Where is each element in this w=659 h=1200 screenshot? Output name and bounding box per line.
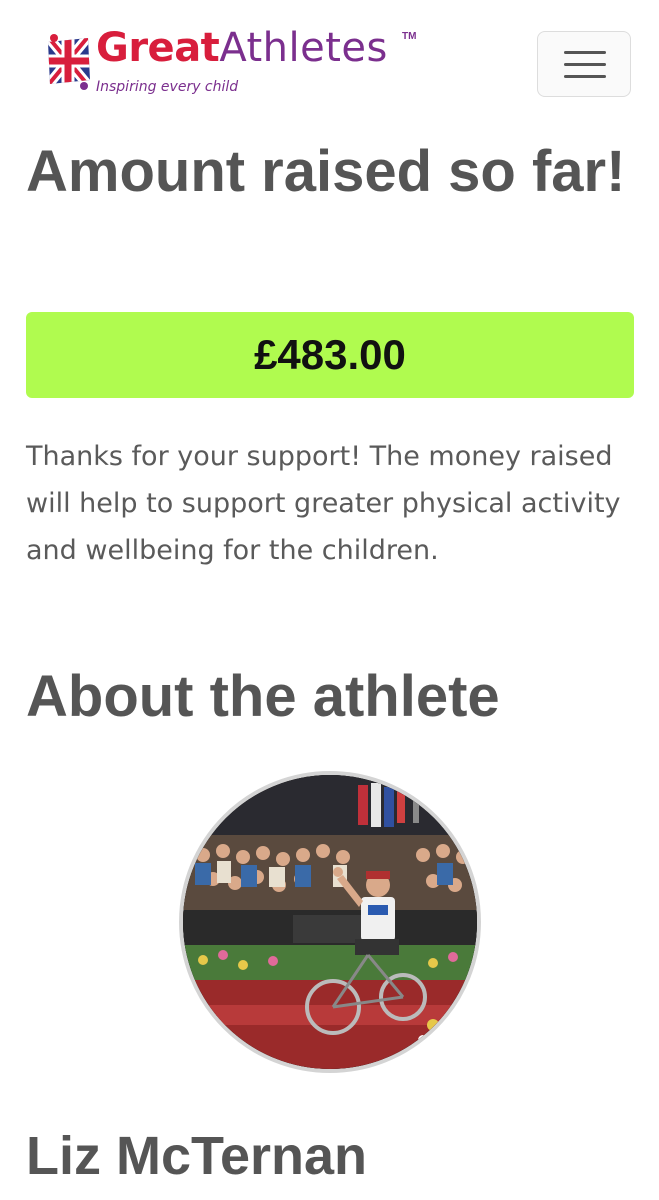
logo-brand-primary: Great: [96, 25, 220, 71]
site-header: GreatAthletes TM Inspiring every child: [0, 0, 659, 110]
logo-trademark: TM: [402, 31, 417, 42]
union-jack-runner-icon: [48, 34, 90, 90]
athlete-name: Liz McTernan: [26, 1126, 368, 1186]
great-athletes-logo[interactable]: GreatAthletes TM Inspiring every child: [44, 28, 424, 98]
amount-raised-value: £483.00: [254, 331, 406, 378]
hamburger-bar: [564, 51, 606, 54]
logo-tagline: Inspiring every child: [96, 79, 239, 95]
logo-wordmark: GreatAthletes: [96, 28, 388, 68]
athlete-photo-image: [183, 775, 477, 1069]
thanks-message: Thanks for your support! The money raise…: [26, 441, 621, 566]
amount-raised-box: £483.00: [26, 312, 634, 398]
menu-toggle-button[interactable]: [537, 31, 631, 97]
amount-raised-heading: Amount raised so far!: [26, 139, 626, 204]
hamburger-bar: [564, 75, 606, 78]
hamburger-bar: [564, 63, 606, 66]
about-athlete-heading: About the athlete: [26, 664, 500, 729]
logo-brand-secondary: Athletes: [219, 25, 388, 71]
athlete-photo: [179, 771, 481, 1073]
page: GreatAthletes TM Inspiring every child A…: [0, 0, 659, 1200]
